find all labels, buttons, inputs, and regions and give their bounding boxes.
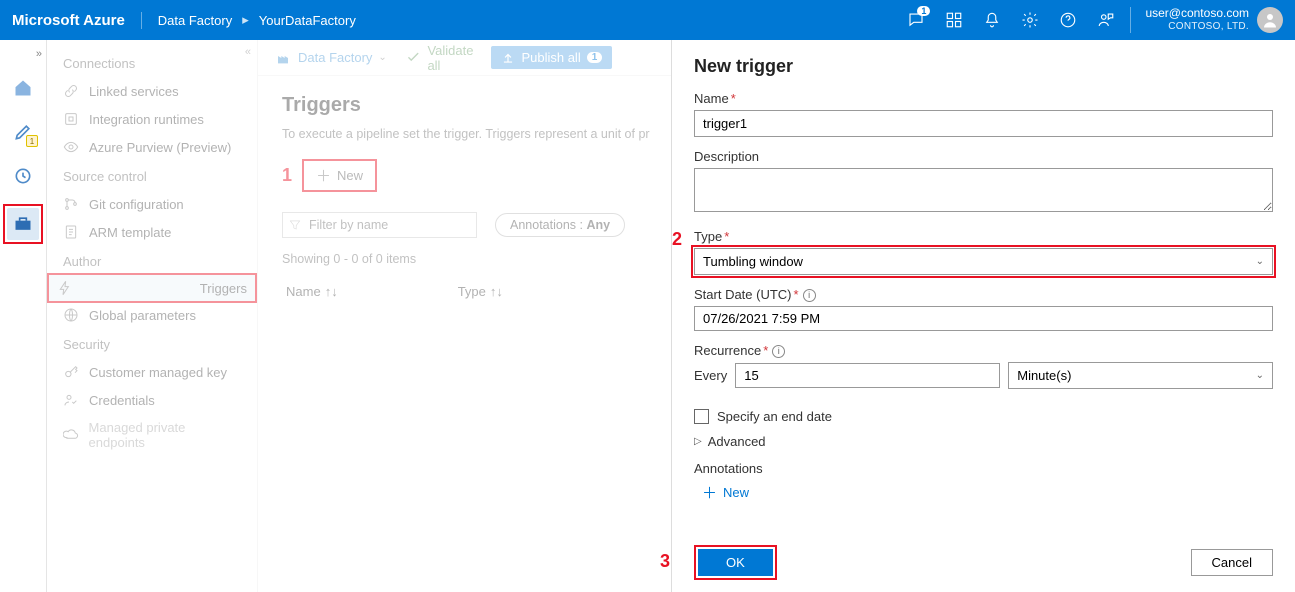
toolbar-publish[interactable]: Publish all 1 xyxy=(491,46,612,69)
collapse-sidebar-icon[interactable]: « xyxy=(245,46,251,58)
chevron-down-icon: ⌄ xyxy=(1256,256,1264,267)
disclosure-triangle-icon: ▷ xyxy=(694,436,702,447)
rail-author-icon[interactable]: 1 xyxy=(7,116,39,148)
every-label: Every xyxy=(694,368,727,383)
feedback-badge: 1 xyxy=(917,6,930,16)
publish-count: 1 xyxy=(587,52,603,63)
sidebar-item-git-config[interactable]: Git configuration xyxy=(47,190,257,218)
rail-manage-highlight xyxy=(3,204,43,244)
end-date-checkbox[interactable]: Specify an end date xyxy=(694,409,1273,424)
start-date-label: Start Date (UTC)*i xyxy=(694,287,1273,302)
name-input[interactable] xyxy=(694,110,1273,137)
description-label: Description xyxy=(694,149,1273,164)
feedback-icon[interactable]: 1 xyxy=(900,4,932,36)
rail-home-icon[interactable] xyxy=(7,72,39,104)
description-input[interactable] xyxy=(694,168,1273,212)
step-marker-3: 3 xyxy=(660,551,670,572)
sidebar-item-arm-template[interactable]: ARM template xyxy=(47,218,257,246)
rail-manage-icon[interactable] xyxy=(7,208,39,240)
sidebar-item-cmk[interactable]: Customer managed key xyxy=(47,358,257,386)
rail-monitor-icon[interactable] xyxy=(7,160,39,192)
sort-icon: ↑↓ xyxy=(490,284,503,299)
panel-title: New trigger xyxy=(694,56,1273,77)
col-name[interactable]: Name ↑↓ xyxy=(286,284,338,299)
sort-icon: ↑↓ xyxy=(325,284,338,299)
user-block[interactable]: user@contoso.com CONTOSO, LTD. xyxy=(1130,7,1283,33)
top-icon-bar: 1 xyxy=(900,4,1122,36)
sidebar-item-linked-services[interactable]: Linked services xyxy=(47,77,257,105)
cancel-button[interactable]: Cancel xyxy=(1191,549,1273,576)
info-icon[interactable]: i xyxy=(772,345,785,358)
avatar[interactable] xyxy=(1257,7,1283,33)
recurrence-label: Recurrence*i xyxy=(694,343,1273,358)
annotations-heading: Annotations xyxy=(694,461,1273,476)
plus-icon: ＋ xyxy=(316,165,331,186)
sidebar-item-triggers[interactable]: Triggers xyxy=(47,273,257,303)
plus-icon: ＋ xyxy=(702,482,717,503)
ok-button[interactable]: OK xyxy=(698,549,773,576)
gear-icon[interactable] xyxy=(1014,4,1046,36)
filter-input[interactable] xyxy=(282,212,477,238)
breadcrumb: Data Factory ▸ YourDataFactory xyxy=(158,12,356,28)
help-icon[interactable] xyxy=(1052,4,1084,36)
annotations-new-button[interactable]: ＋ New xyxy=(702,482,1273,503)
user-email: user@contoso.com xyxy=(1145,7,1249,21)
checkbox-icon xyxy=(694,409,709,424)
toolbar-validate[interactable]: Validate all xyxy=(405,43,474,73)
sidebar-item-integration-runtimes[interactable]: Integration runtimes xyxy=(47,105,257,133)
chevron-down-icon: ⌄ xyxy=(1256,370,1264,381)
every-input[interactable] xyxy=(735,363,1000,388)
annotations-filter[interactable]: Annotations : Any xyxy=(495,213,625,237)
sidebar-item-global-params[interactable]: Global parameters xyxy=(47,301,257,329)
sidebar-section-source-control: Source control xyxy=(47,161,257,190)
bell-icon[interactable] xyxy=(976,4,1008,36)
toolbar-data-factory[interactable]: Data Factory ⌄ xyxy=(276,50,387,66)
step-marker-2: 2 xyxy=(672,229,682,250)
name-label: Name* xyxy=(694,91,1273,106)
filter-icon xyxy=(288,218,302,232)
sidebar-item-purview[interactable]: Azure Purview (Preview) xyxy=(47,133,257,161)
azure-top-bar: Microsoft Azure Data Factory ▸ YourDataF… xyxy=(0,0,1295,40)
breadcrumb-leaf[interactable]: YourDataFactory xyxy=(259,13,356,28)
sidebar-section-author: Author xyxy=(47,246,257,275)
ok-highlight: OK xyxy=(694,545,777,580)
chevron-down-icon: ⌄ xyxy=(378,52,386,63)
author-badge: 1 xyxy=(26,135,38,147)
directory-icon[interactable] xyxy=(938,4,970,36)
step-marker-1: 1 xyxy=(282,165,292,186)
new-trigger-button[interactable]: ＋ New xyxy=(302,159,377,192)
recurrence-unit-select[interactable]: Minute(s) ⌄ xyxy=(1008,362,1273,389)
start-date-input[interactable] xyxy=(694,306,1273,331)
brand[interactable]: Microsoft Azure xyxy=(12,12,142,29)
advanced-toggle[interactable]: ▷ Advanced xyxy=(694,434,1273,449)
person-feedback-icon[interactable] xyxy=(1090,4,1122,36)
sidebar-item-mpe[interactable]: Managed private endpoints xyxy=(47,414,257,456)
sidebar-section-connections: Connections xyxy=(47,48,257,77)
col-type[interactable]: Type ↑↓ xyxy=(458,284,503,299)
new-trigger-panel: New trigger Name* Description 2 Type* Tu… xyxy=(671,40,1295,592)
sidebar-section-security: Security xyxy=(47,329,257,358)
user-org: CONTOSO, LTD. xyxy=(1145,21,1249,33)
breadcrumb-root[interactable]: Data Factory xyxy=(158,13,232,28)
chevron-right-icon: ▸ xyxy=(242,12,249,28)
sidebar: « Connections Linked services Integratio… xyxy=(47,40,258,592)
left-rail: » 1 xyxy=(0,40,47,592)
info-icon[interactable]: i xyxy=(803,289,816,302)
expand-rail-icon[interactable]: » xyxy=(36,48,42,60)
type-label: Type* xyxy=(694,229,1273,244)
sidebar-item-credentials[interactable]: Credentials xyxy=(47,386,257,414)
type-select[interactable]: Tumbling window ⌄ xyxy=(694,248,1273,275)
